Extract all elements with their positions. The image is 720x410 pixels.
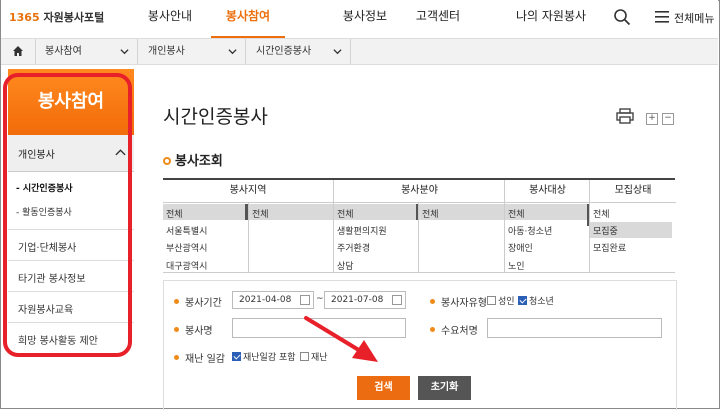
page-title: 시간인증봉사	[163, 106, 268, 128]
print-icon[interactable]	[616, 108, 634, 124]
chevron-down-icon	[120, 49, 129, 55]
chevron-down-icon	[228, 49, 237, 55]
list-item[interactable]: 모집중	[593, 224, 618, 237]
list-item[interactable]: 노인	[508, 259, 525, 272]
disaster-label: 재난 일감	[174, 350, 225, 365]
bullet-icon	[430, 327, 435, 332]
logo-number: 1365	[9, 11, 40, 24]
bullet-icon	[174, 355, 179, 360]
home-button[interactable]	[1, 39, 36, 64]
list-item[interactable]: 모집완료	[593, 241, 626, 254]
breadcrumb-time-cert[interactable]: 시간인증봉사	[246, 39, 351, 64]
field-sub-list[interactable]: 전체	[418, 202, 505, 272]
list-item[interactable]: 아동·청소년	[508, 224, 552, 237]
list-item[interactable]: 서울특별시	[166, 224, 207, 237]
home-icon	[13, 46, 23, 56]
red-highlight-box	[3, 73, 132, 357]
breadcrumb-label: 봉사참여	[45, 46, 82, 57]
filter-header-region: 봉사지역	[163, 180, 333, 203]
adult-checkbox-label: 성인	[498, 297, 515, 307]
list-item[interactable]: 부산광역시	[166, 241, 207, 254]
date-to-value: 2021-07-08	[331, 295, 384, 305]
disaster-label-text: 재난 일감	[185, 354, 225, 365]
breadcrumb-personal[interactable]: 개인봉사	[138, 39, 246, 64]
org-name-input[interactable]	[487, 318, 662, 338]
filter-table: 봉사지역 봉사분야 봉사대상 모집상태 전체 서울특별시 부산광역시 대구광역시…	[163, 178, 676, 273]
adult-checkbox[interactable]	[487, 296, 496, 305]
list-item[interactable]: 생활편의지원	[337, 224, 387, 237]
filter-header-field: 봉사분야	[333, 180, 505, 203]
calendar-icon[interactable]	[392, 295, 402, 305]
org-name-label-text: 수요처명	[441, 326, 478, 337]
all-menu-button[interactable]: 전체메뉴	[674, 10, 714, 26]
bullet-icon	[174, 327, 179, 332]
site-logo[interactable]: 1365 자원봉사포털	[9, 9, 104, 25]
list-item[interactable]: 전체	[422, 207, 439, 220]
bullet-icon	[174, 299, 179, 304]
bullet-icon	[163, 157, 171, 165]
nav-item-customer[interactable]: 고객센터	[407, 0, 469, 36]
disaster-include-checkbox[interactable]	[232, 352, 241, 361]
reset-button[interactable]: 초기화	[418, 376, 471, 400]
breadcrumb: 봉사참여 개인봉사 시간인증봉사	[1, 39, 718, 65]
disaster-only-checkbox[interactable]	[300, 352, 309, 361]
breadcrumb-label: 개인봉사	[148, 46, 185, 57]
nav-item-my[interactable]: 나의 자원봉사	[501, 0, 601, 36]
search-button[interactable]: 검색	[357, 376, 410, 400]
nav-item-participate[interactable]: 봉사참여	[211, 0, 285, 38]
filter-header-status: 모집상태	[589, 180, 676, 203]
youth-checkbox[interactable]	[518, 296, 527, 305]
list-item[interactable]: 대구광역시	[166, 259, 207, 272]
date-from-input[interactable]: 2021-04-08	[232, 291, 314, 309]
disaster-only-label: 재난	[311, 353, 328, 363]
period-label: 봉사기간	[174, 294, 222, 309]
list-item[interactable]: 장애인	[508, 241, 533, 254]
volunteer-type-label-text: 봉사자유형	[441, 298, 487, 309]
breadcrumb-label: 시간인증봉사	[256, 46, 312, 57]
list-item[interactable]: 전체	[593, 207, 610, 220]
site-header: 1365 자원봉사포털 봉사안내 봉사참여 봉사정보 고객센터 나의 자원봉사 …	[1, 0, 718, 39]
zoom-out-button[interactable]: −	[662, 113, 674, 125]
target-list[interactable]: 전체 아동·청소년 장애인 노인	[504, 202, 590, 272]
activity-name-input[interactable]	[232, 318, 406, 338]
list-item[interactable]: 주거환경	[337, 241, 370, 254]
bullet-icon	[430, 299, 435, 304]
activity-name-label: 봉사명	[174, 322, 213, 337]
period-label-text: 봉사기간	[185, 298, 222, 309]
search-icon[interactable]	[613, 8, 631, 26]
nav-item-info[interactable]: 봉사정보	[334, 0, 396, 36]
list-item[interactable]: 전체	[166, 207, 183, 220]
list-item[interactable]: 전체	[252, 207, 269, 220]
section-title: 봉사조회	[163, 150, 223, 169]
nav-item-guide[interactable]: 봉사안내	[139, 0, 201, 36]
date-from-value: 2021-04-08	[239, 295, 292, 305]
org-name-label: 수요처명	[430, 322, 478, 337]
zoom-in-button[interactable]: +	[646, 113, 658, 125]
status-list[interactable]: 전체 모집중 모집완료	[589, 202, 676, 272]
date-separator: ~	[316, 294, 324, 304]
date-to-input[interactable]: 2021-07-08	[324, 291, 406, 309]
volunteer-type-label: 봉사자유형	[430, 294, 487, 309]
youth-checkbox-label: 청소년	[529, 297, 554, 307]
list-item[interactable]: 전체	[337, 207, 354, 220]
region-sub-list[interactable]: 전체	[248, 202, 334, 272]
section-title-text: 봉사조회	[175, 154, 223, 169]
breadcrumb-participate[interactable]: 봉사참여	[35, 39, 138, 64]
region-list[interactable]: 전체 서울특별시 부산광역시 대구광역시	[163, 202, 248, 272]
filter-header-target: 봉사대상	[504, 180, 590, 203]
hamburger-menu-icon[interactable]	[654, 9, 670, 25]
calendar-icon[interactable]	[300, 295, 310, 305]
field-list[interactable]: 전체 생활편의지원 주거환경 상담	[333, 202, 419, 272]
disaster-include-label: 재난일감 포함	[243, 353, 296, 363]
list-item[interactable]: 전체	[508, 207, 525, 220]
activity-name-label-text: 봉사명	[185, 326, 213, 337]
list-item[interactable]: 상담	[337, 259, 354, 272]
logo-text: 자원봉사포털	[43, 11, 105, 24]
chevron-down-icon	[333, 49, 342, 55]
